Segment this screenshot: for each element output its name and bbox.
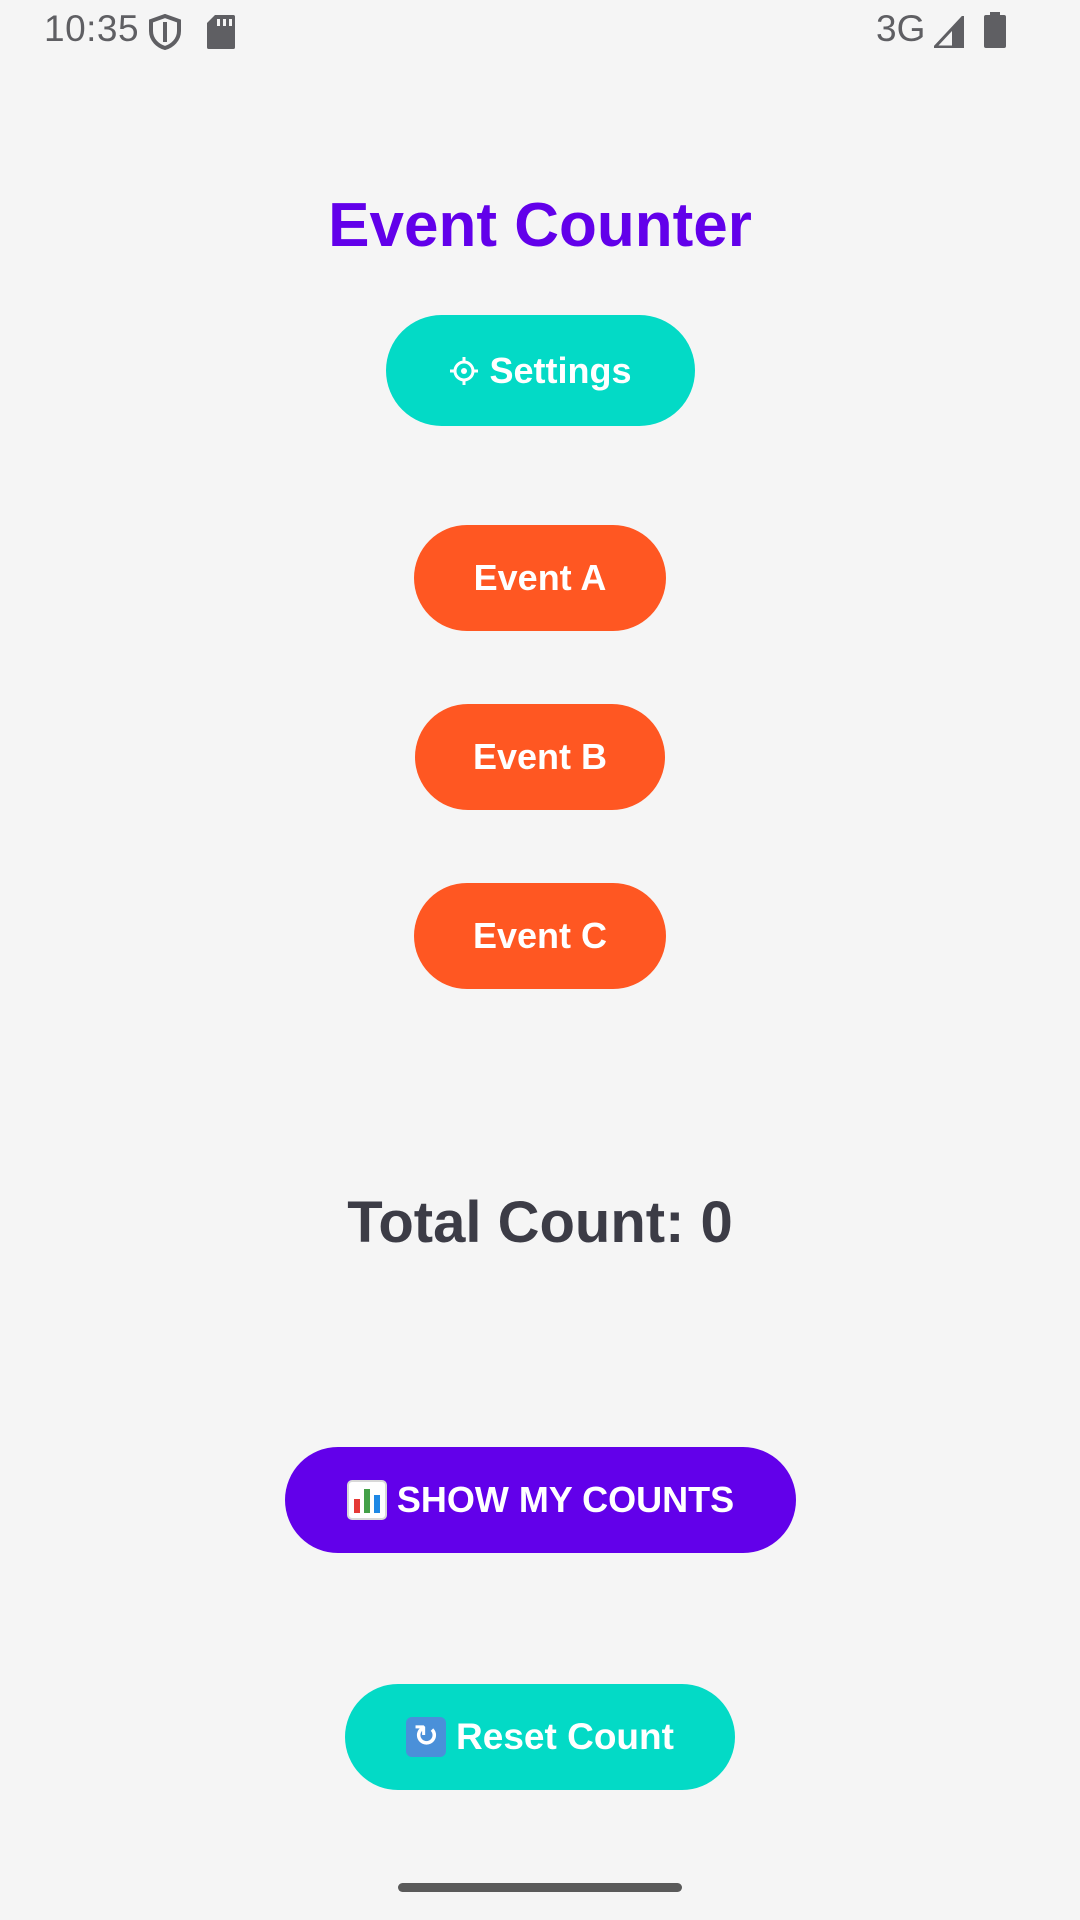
event-c-button[interactable]: Event C [414, 883, 666, 989]
home-indicator[interactable] [398, 1883, 682, 1892]
settings-button[interactable]: Settings [386, 315, 695, 426]
status-time: 10:35 [44, 8, 140, 49]
status-bar: 10:35 3G [0, 0, 1080, 64]
battery-icon [984, 12, 1006, 48]
gear-icon [450, 356, 479, 385]
bar-chart-icon [346, 1480, 387, 1520]
show-counts-button[interactable]: SHOW MY COUNTS [285, 1447, 796, 1553]
screen: 10:35 3G Event Counter Settings Event A … [0, 0, 1080, 1920]
page-title: Event Counter [328, 191, 752, 260]
show-counts-label: SHOW MY COUNTS [396, 1479, 735, 1520]
event-a-label: Event A [473, 557, 607, 598]
signal-icon [934, 16, 964, 48]
reset-count-button[interactable]: ↻ Reset Count [345, 1684, 735, 1790]
event-a-button[interactable]: Event A [414, 525, 666, 631]
settings-button-label: Settings [489, 349, 632, 391]
event-c-label: Event C [472, 915, 608, 956]
event-b-button[interactable]: Event B [415, 704, 665, 810]
event-b-label: Event B [472, 736, 608, 777]
total-count: Total Count: 0 [347, 1190, 733, 1255]
refresh-icon: ↻ [406, 1717, 447, 1757]
reset-count-label: Reset Count [456, 1716, 674, 1757]
network-type: 3G [876, 8, 926, 49]
shield-icon [149, 14, 181, 50]
sd-card-icon [207, 15, 235, 49]
